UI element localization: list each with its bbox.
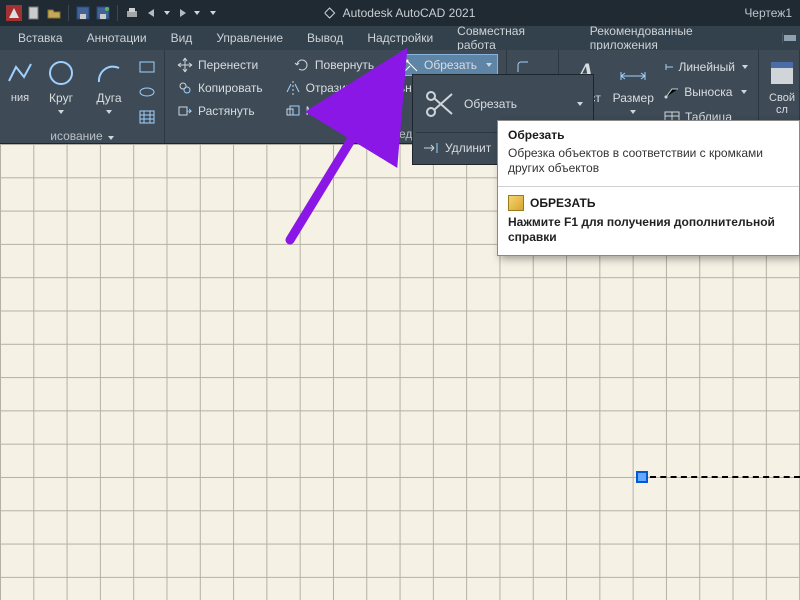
title-bar: Autodesk AutoCAD 2021 Чертеж1 — [0, 0, 800, 26]
tab-annotate[interactable]: Аннотации — [77, 26, 157, 50]
print-icon[interactable] — [124, 5, 140, 21]
app-name: Autodesk AutoCAD 2021 — [343, 6, 476, 20]
leader-button[interactable]: Выноска — [660, 81, 752, 103]
tab-insert[interactable]: Вставка — [8, 26, 73, 50]
redo-icon[interactable] — [174, 5, 190, 21]
redo-dropdown-icon[interactable] — [194, 11, 200, 15]
chevron-down-icon[interactable] — [575, 93, 584, 115]
undo-dropdown-icon[interactable] — [164, 11, 170, 15]
new-icon[interactable] — [26, 5, 42, 21]
panel-draw-title[interactable]: исование — [6, 128, 158, 143]
tab-view[interactable]: Вид — [161, 26, 203, 50]
undo-icon[interactable] — [144, 5, 160, 21]
rectangle-icon[interactable] — [136, 56, 158, 78]
open-icon[interactable] — [46, 5, 62, 21]
rubber-band-line — [650, 476, 800, 478]
command-icon — [508, 195, 524, 211]
tooltip-description: Обрезка объектов в соответствии с кромка… — [498, 144, 799, 184]
properties-button[interactable]: Свой сл — [765, 54, 799, 128]
trim-button[interactable]: Обрезать — [398, 54, 498, 76]
tab-featured-apps[interactable]: Рекомендованные приложения — [580, 26, 772, 50]
copy-button[interactable]: Копировать — [173, 77, 267, 99]
autocad-logo-icon[interactable] — [6, 5, 22, 21]
tab-manage[interactable]: Управление — [206, 26, 293, 50]
qat-customize-icon[interactable] — [210, 11, 216, 15]
document-name: Чертеж1 — [744, 6, 792, 20]
scale-button[interactable]: Масштаб — [281, 100, 361, 122]
tab-addins[interactable]: Надстройки — [357, 26, 443, 50]
tab-end-marker[interactable] — [782, 33, 800, 43]
stretch-button[interactable]: Растянуть — [173, 100, 259, 122]
circle-button[interactable]: Круг — [40, 54, 82, 128]
save-icon[interactable] — [75, 5, 91, 21]
polyline-button[interactable]: ния — [6, 54, 34, 128]
trim-dropdown-icon[interactable] — [484, 54, 493, 76]
draw-small-tools — [136, 54, 158, 128]
tooltip-command: ОБРЕЗАТЬ — [498, 189, 799, 213]
app-title: Autodesk AutoCAD 2021 — [325, 6, 476, 20]
panel-modify: Перенести Повернуть Обрезать Копировать … — [165, 50, 507, 143]
scissors-icon — [422, 86, 458, 122]
linear-dim-button[interactable]: Линейный — [660, 56, 752, 78]
panel-draw: ния Круг Дуга исование — [0, 50, 165, 143]
tab-output[interactable]: Вывод — [297, 26, 353, 50]
rotate-button[interactable]: Повернуть — [290, 54, 378, 76]
saveas-icon[interactable] — [95, 5, 111, 21]
hatch-icon[interactable] — [136, 106, 158, 128]
mirror-button[interactable]: Отразить зеркально — [281, 77, 423, 99]
arc-button[interactable]: Дуга — [88, 54, 130, 128]
tab-collaborate[interactable]: Совместная работа — [447, 26, 576, 50]
ribbon-tabs: Вставка Аннотации Вид Управление Вывод Н… — [0, 26, 800, 50]
dimension-button[interactable]: Размер — [613, 54, 655, 128]
tooltip-hint: Нажмите F1 для получения дополнительной … — [498, 213, 799, 255]
search-icon[interactable] — [325, 7, 337, 19]
ellipse-icon[interactable] — [136, 81, 158, 103]
quick-access-toolbar — [0, 5, 222, 21]
tooltip-trim: Обрезать Обрезка объектов в соответствии… — [497, 120, 800, 256]
move-button[interactable]: Перенести — [173, 54, 262, 76]
crosshair-grip[interactable] — [636, 471, 648, 483]
tooltip-title: Обрезать — [498, 121, 799, 144]
